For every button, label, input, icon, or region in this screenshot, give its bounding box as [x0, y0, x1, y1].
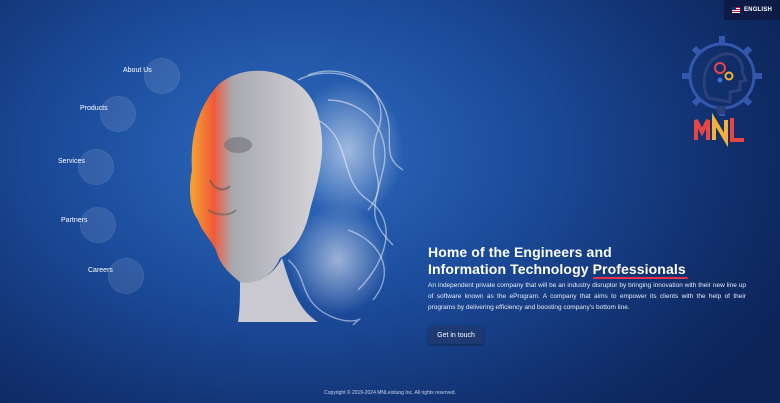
- get-in-touch-button[interactable]: Get in touch: [429, 326, 483, 344]
- hero-title-line1: Home of the Engineers and: [428, 244, 612, 260]
- us-flag-icon: [731, 7, 740, 13]
- nav-circle: [100, 96, 136, 132]
- nav-label-careers: Careers: [88, 267, 113, 274]
- nav-circle: [144, 58, 180, 94]
- hero-title: Home of the Engineers and Information Te…: [428, 244, 686, 278]
- nav-circle: [80, 207, 116, 243]
- nav-circle: [78, 149, 114, 185]
- hero-description: An independent private company that will…: [428, 282, 746, 311]
- nav-label-about-us: About Us: [123, 67, 152, 74]
- nav-label-partners: Partners: [61, 217, 88, 224]
- footer-copyright: Copyright © 2019-2024 MNLeistung Inc. Al…: [324, 390, 456, 396]
- gear-head-lightbulb-icon: [682, 36, 762, 148]
- hero-title-line2: Information Technology Professionals: [428, 261, 686, 278]
- smoke-head-illustration: [190, 70, 404, 326]
- language-selector[interactable]: ENGLISH: [724, 0, 780, 20]
- language-label: ENGLISH: [743, 7, 773, 13]
- nav-label-products: Products: [80, 105, 108, 112]
- hero-title-prefix: Information Technology: [428, 261, 593, 277]
- nav-circle: [108, 258, 144, 294]
- nav-label-services: Services: [58, 158, 85, 165]
- hero-title-highlight: Professionals: [592, 261, 686, 277]
